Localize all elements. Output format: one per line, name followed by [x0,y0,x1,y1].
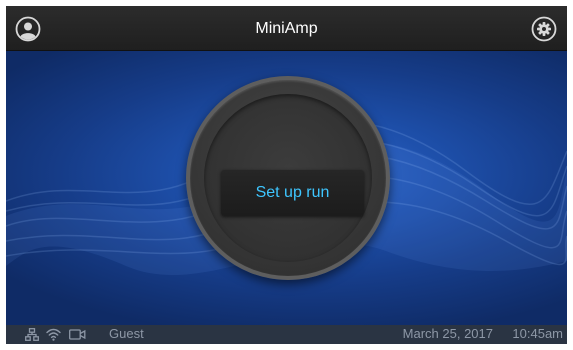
app-title: MiniAmp [255,20,318,37]
status-date: March 25, 2017 [402,326,493,341]
status-time: 10:45am [512,326,563,341]
main-area: Set up run [6,51,567,325]
top-bar: MiniAmp [6,6,567,51]
network-icon [25,328,39,344]
camera-icon [69,328,86,344]
status-bar: Guest March 25, 2017 10:45am [6,325,567,344]
setup-run-button[interactable]: Set up run [221,170,364,216]
screen: MiniAmp Set up run Guest March 25, 2017 … [6,6,567,344]
gear-icon [531,16,557,42]
settings-button[interactable] [531,16,557,42]
current-user: Guest [109,326,144,341]
wifi-icon [46,328,61,344]
